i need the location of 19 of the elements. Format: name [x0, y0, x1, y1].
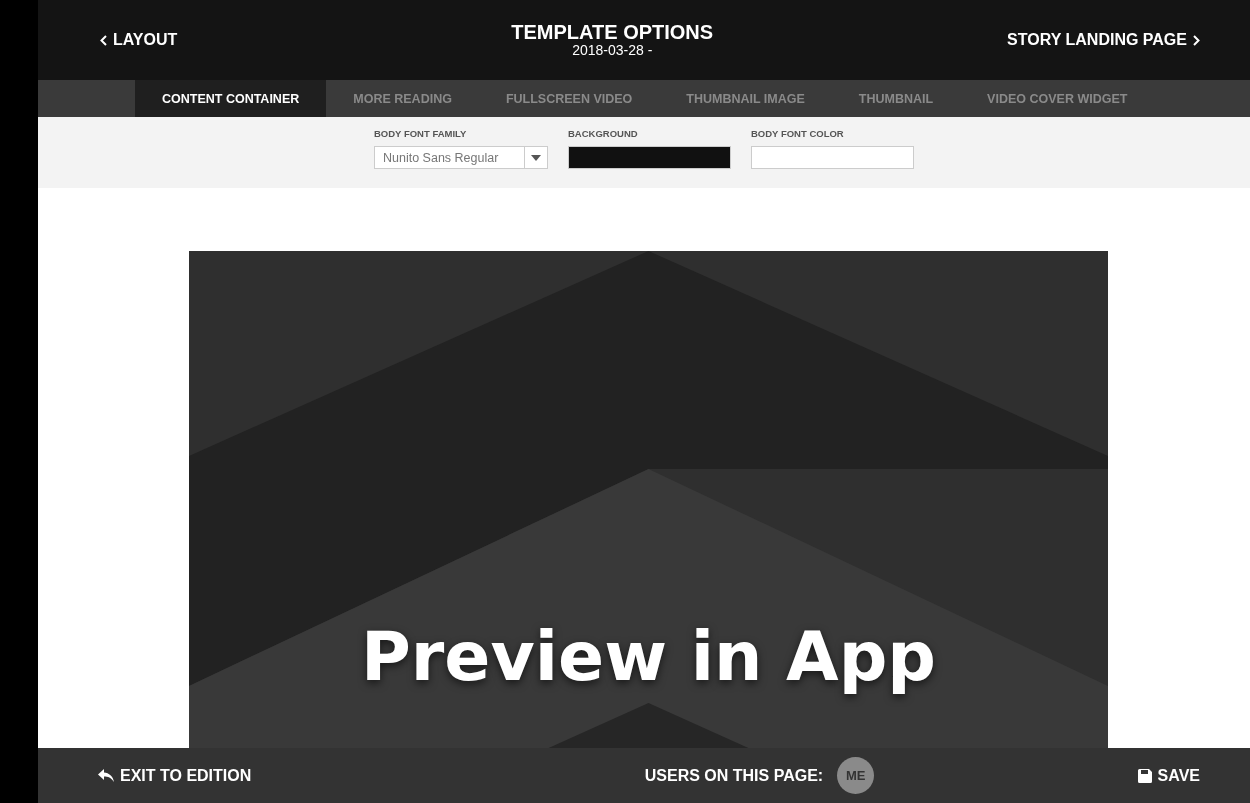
font-select[interactable]: Nunito Sans Regular [374, 146, 548, 169]
preview-heading: Preview in App [359, 617, 938, 696]
tab[interactable]: MORE READING [326, 80, 479, 117]
layout-link[interactable]: LAYOUT [100, 31, 178, 49]
tab[interactable]: CONTENT CONTAINER [135, 80, 327, 117]
users-label: USERS ON THIS PAGE: [644, 766, 824, 785]
tab[interactable]: THUMBNAIL [831, 80, 961, 117]
exit-to-edition-button[interactable]: EXIT TO EDITION [98, 766, 252, 785]
story-landing-page-link[interactable]: STORY LANDING PAGE [1007, 31, 1200, 49]
tab[interactable]: VIDEO COVER WIDGET [960, 80, 1155, 117]
save-button[interactable]: SAVE [1137, 766, 1200, 785]
page-date: 2018-03-28 - [571, 42, 654, 58]
user-avatar[interactable]: ME [837, 757, 875, 794]
option-label: BODY FONT COLOR [751, 128, 845, 139]
option-label: BODY FONT FAMILY [374, 128, 468, 139]
option-label: BACKGROUND [568, 128, 639, 139]
tab[interactable]: FULLSCREEN VIDEO [478, 80, 660, 117]
page-title: TEMPLATE OPTIONS [511, 22, 714, 42]
tab[interactable]: THUMBNAIL IMAGE [659, 80, 832, 117]
